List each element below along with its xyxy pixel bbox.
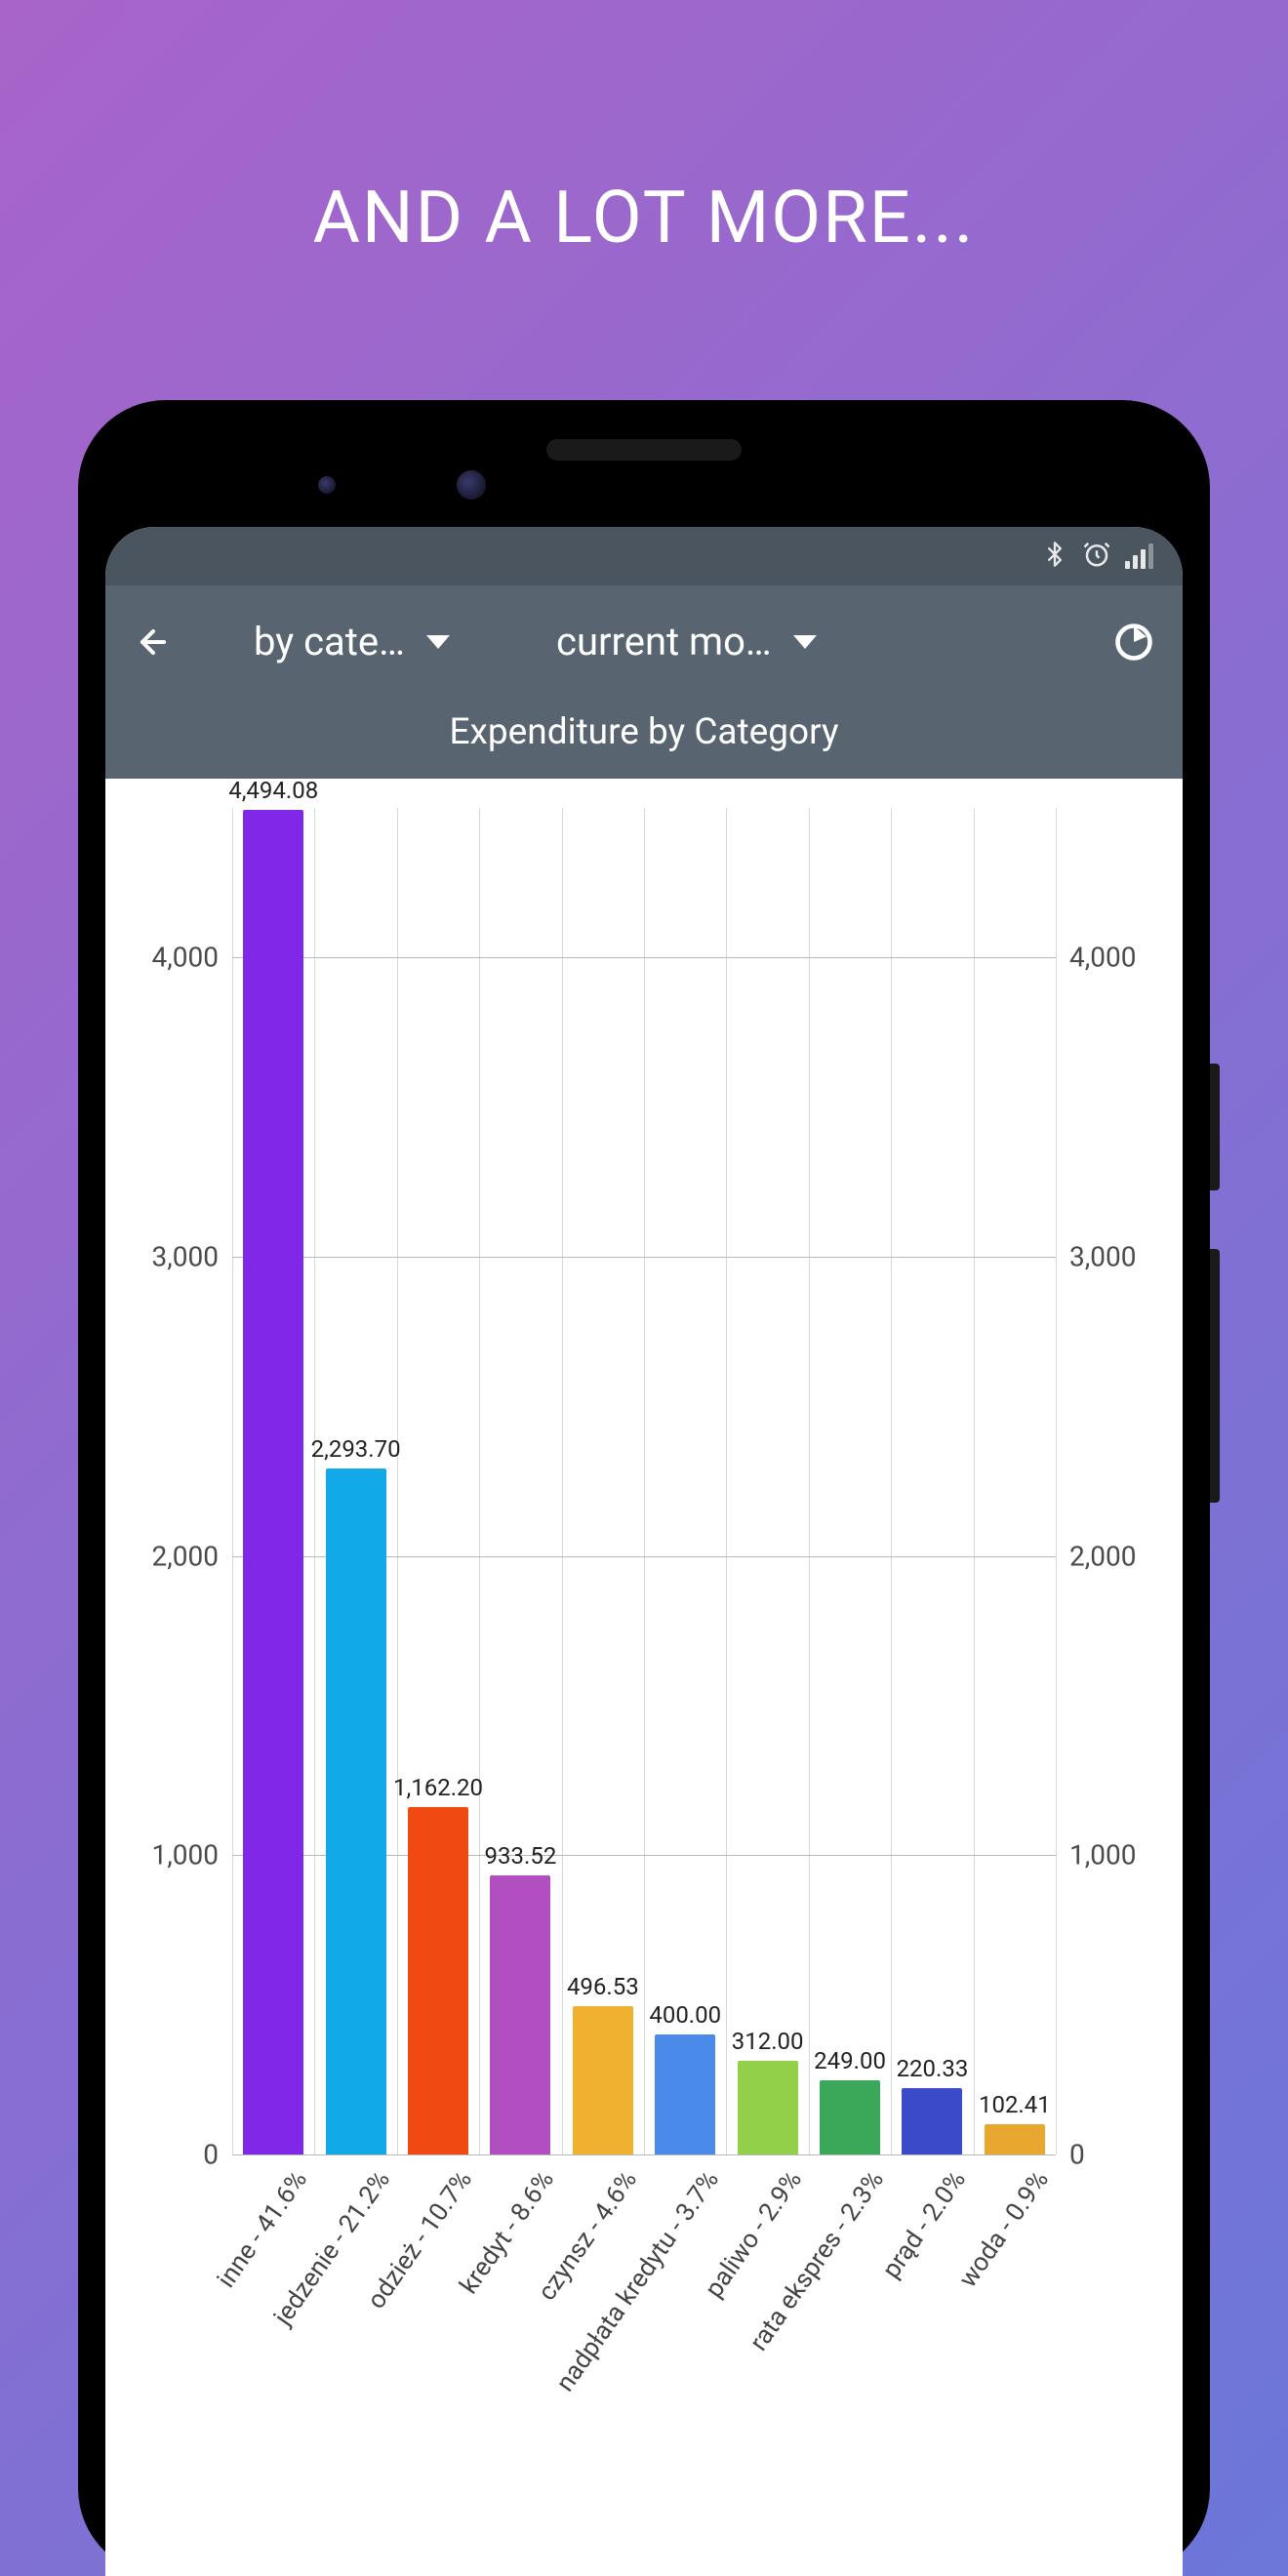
y-axis-tick: 2,000 xyxy=(1056,1540,1136,1572)
bar[interactable] xyxy=(408,1807,468,2154)
bar-slot: 249.00rata ekspres - 2.3% xyxy=(809,808,891,2154)
y-axis-tick: 2,000 xyxy=(152,1540,232,1572)
bar[interactable] xyxy=(326,1469,386,2154)
bar-value-label: 4,494.08 xyxy=(228,777,318,804)
chart-title: Expenditure by Category xyxy=(105,698,1183,779)
bluetooth-icon xyxy=(1041,541,1068,573)
bar-slot: 496.53czynsz - 4.6% xyxy=(562,808,644,2154)
phone-side-button xyxy=(1210,1249,1220,1503)
y-axis-tick: 0 xyxy=(1056,2139,1085,2171)
bar-value-label: 1,162.20 xyxy=(393,1774,483,1801)
bar[interactable] xyxy=(738,2061,798,2154)
phone-frame: by cate… current mo… Expenditure by Cate… xyxy=(78,400,1210,2576)
phone-screen: by cate… current mo… Expenditure by Cate… xyxy=(105,527,1183,2576)
bar[interactable] xyxy=(243,810,303,2154)
y-axis-tick: 3,000 xyxy=(1056,1241,1136,1273)
pie-chart-button[interactable] xyxy=(1112,621,1155,664)
bar-slot: 220.33prąd - 2.0% xyxy=(891,808,973,2154)
group-by-dropdown[interactable]: by cate… xyxy=(242,619,535,664)
chevron-down-icon xyxy=(426,635,450,649)
bar-category-label: nadpłata kredytu - 3.7% xyxy=(551,2165,726,2396)
bar-value-label: 2,293.70 xyxy=(311,1435,401,1463)
bar-value-label: 249.00 xyxy=(814,2047,886,2074)
bar-value-label: 220.33 xyxy=(897,2055,969,2082)
bar-chart: 001,0001,0002,0002,0003,0003,0004,0004,0… xyxy=(232,808,1056,2154)
y-axis-tick: 3,000 xyxy=(152,1241,232,1273)
y-axis-tick: 1,000 xyxy=(152,1839,232,1872)
y-axis-tick: 0 xyxy=(203,2139,232,2171)
group-by-label: by cate… xyxy=(254,619,405,664)
app-bar: by cate… current mo… xyxy=(105,585,1183,698)
signal-icon xyxy=(1125,543,1153,569)
alarm-icon xyxy=(1082,540,1111,574)
y-axis-tick: 4,000 xyxy=(1056,942,1136,974)
y-axis-tick: 4,000 xyxy=(152,942,232,974)
chevron-down-icon xyxy=(793,635,817,649)
bar[interactable] xyxy=(573,2006,633,2154)
y-axis-tick: 1,000 xyxy=(1056,1839,1136,1872)
phone-notch xyxy=(105,429,1183,527)
bar-slot: 102.41woda - 0.9% xyxy=(974,808,1056,2154)
bar-slot: 1,162.20odzież - 10.7% xyxy=(397,808,479,2154)
bar[interactable] xyxy=(902,2088,962,2154)
period-label: current mo… xyxy=(556,619,772,664)
bar[interactable] xyxy=(490,1875,550,2154)
bar-slot: 4,494.08inne - 41.6% xyxy=(232,808,314,2154)
bar-slot: 2,293.70jedzenie - 21.2% xyxy=(314,808,396,2154)
chart-area[interactable]: 0 0 1,000 1,000 2,000 2,000 3,000 3,000 4,000 4,0… xyxy=(105,779,1183,2535)
status-bar xyxy=(105,527,1183,585)
hero-headline: AND A LOT MORE... xyxy=(0,0,1288,261)
bar-slot: 400.00nadpłata kredytu - 3.7% xyxy=(644,808,726,2154)
bar-value-label: 933.52 xyxy=(485,1842,557,1870)
bar-slot: 312.00paliwo - 2.9% xyxy=(726,808,808,2154)
bar[interactable] xyxy=(655,2034,715,2154)
bar-slot: 933.52kredyt - 8.6% xyxy=(479,808,561,2154)
bar-category-label: prąd - 2.0% xyxy=(877,2165,972,2283)
bar-value-label: 496.53 xyxy=(567,1973,639,2000)
phone-side-button xyxy=(1210,1064,1220,1190)
bar[interactable] xyxy=(985,2124,1045,2154)
bar-value-label: 102.41 xyxy=(979,2091,1051,2118)
back-button[interactable] xyxy=(133,622,174,663)
period-dropdown[interactable]: current mo… xyxy=(544,619,866,664)
bar-value-label: 312.00 xyxy=(732,2028,804,2055)
bar-value-label: 400.00 xyxy=(649,2001,721,2029)
bar[interactable] xyxy=(820,2080,880,2154)
